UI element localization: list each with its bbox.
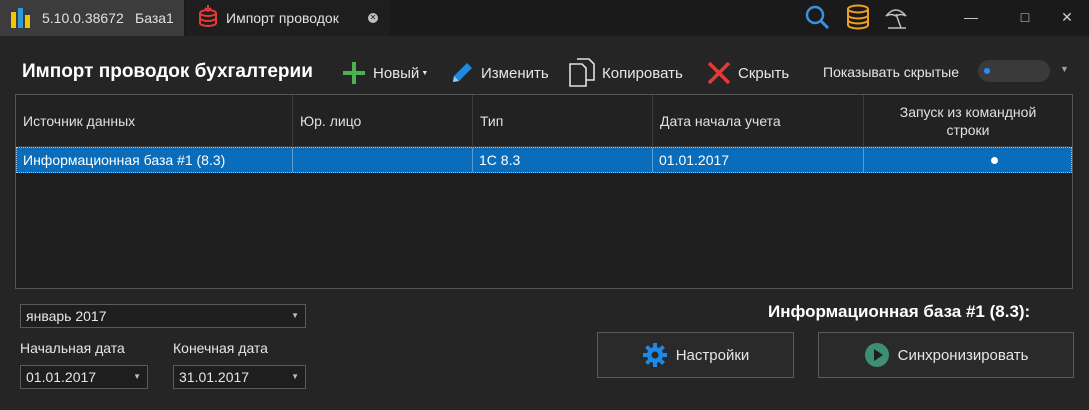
chevron-down-icon: ▼ [421, 69, 429, 77]
month-select[interactable]: январь 2017 ▼ [20, 304, 306, 328]
app-tab[interactable]: 5.10.0.38672 База1 [0, 0, 184, 36]
column-header-type[interactable]: Тип [473, 95, 653, 147]
hide-button-label: Скрыть [738, 64, 790, 82]
pencil-icon [453, 63, 472, 82]
play-icon [864, 343, 889, 367]
new-button-label: Новый [373, 64, 420, 82]
toggle-knob [984, 68, 990, 74]
end-date-value: 31.01.2017 [179, 369, 250, 385]
show-hidden-toggle[interactable] [978, 60, 1050, 82]
app-version: 5.10.0.38672 [42, 10, 124, 26]
settings-button[interactable]: Настройки [597, 332, 794, 378]
cmd-launch-radio[interactable] [991, 157, 998, 164]
database-red-icon [199, 5, 217, 27]
copy-button[interactable]: Копировать [568, 57, 683, 89]
start-date-value: 01.01.2017 [26, 369, 97, 385]
plus-icon [343, 62, 365, 84]
column-header-cmd-launch[interactable]: Запуск из командной строки [864, 95, 1072, 147]
red-cross-icon [707, 61, 731, 85]
chevron-down-icon[interactable]: ▼ [1060, 64, 1069, 74]
cell-entity [293, 148, 473, 172]
copy-button-label: Копировать [602, 64, 683, 82]
copy-icon [569, 58, 595, 87]
chevron-down-icon: ▼ [291, 311, 299, 320]
show-hidden-label: Показывать скрытые [823, 64, 959, 80]
start-date-label: Начальная дата [20, 340, 125, 356]
doc-tab-import[interactable]: Импорт проводок [186, 0, 390, 36]
search-icon[interactable] [804, 4, 830, 30]
edit-button[interactable]: Изменить [449, 57, 549, 89]
month-select-value: январь 2017 [26, 308, 107, 324]
import-sources-grid: Источник данных Юр. лицо Тип Дата начала… [15, 94, 1073, 289]
database-icon[interactable] [845, 4, 871, 30]
new-button[interactable]: Новый ▼ [341, 57, 428, 89]
close-window-button[interactable]: ✕ [1052, 6, 1082, 28]
beach-umbrella-icon[interactable] [883, 4, 909, 30]
maximize-button[interactable]: □ [1010, 6, 1040, 28]
settings-button-label: Настройки [675, 346, 750, 364]
edit-button-label: Изменить [481, 64, 549, 82]
page-title: Импорт проводок бухгалтерии [22, 61, 313, 82]
minimize-button[interactable]: — [956, 6, 986, 28]
column-header-start-date[interactable]: Дата начала учета [653, 95, 864, 147]
cell-type: 1С 8.3 [473, 148, 653, 172]
title-bar: 5.10.0.38672 База1 Импорт проводок ✕ — □… [0, 0, 1089, 36]
app-database-name: База1 [135, 10, 174, 26]
close-circle-icon[interactable]: ✕ [368, 13, 378, 23]
cell-start-date: 01.01.2017 [653, 148, 864, 172]
start-date-picker[interactable]: 01.01.2017 ▼ [20, 365, 148, 389]
column-header-source[interactable]: Источник данных [16, 95, 293, 147]
doc-tab-label: Импорт проводок [226, 10, 339, 26]
table-row[interactable]: Информационная база #1 (8.3) 1С 8.3 01.0… [16, 147, 1072, 173]
chevron-down-icon: ▼ [133, 372, 141, 381]
end-date-label: Конечная дата [173, 340, 268, 356]
chevron-down-icon: ▼ [291, 372, 299, 381]
sync-button[interactable]: Синхронизировать [818, 332, 1074, 378]
grid-header: Источник данных Юр. лицо Тип Дата начала… [16, 95, 1072, 147]
app-logo-icon [11, 8, 30, 28]
gear-icon [642, 343, 667, 367]
hide-button[interactable]: Скрыть [706, 57, 789, 89]
cell-source: Информационная база #1 (8.3) [17, 148, 293, 172]
sync-button-label: Синхронизировать [897, 346, 1029, 364]
column-header-entity[interactable]: Юр. лицо [293, 95, 473, 147]
end-date-picker[interactable]: 31.01.2017 ▼ [173, 365, 306, 389]
selected-source-title: Информационная база #1 (8.3): [768, 302, 1031, 321]
